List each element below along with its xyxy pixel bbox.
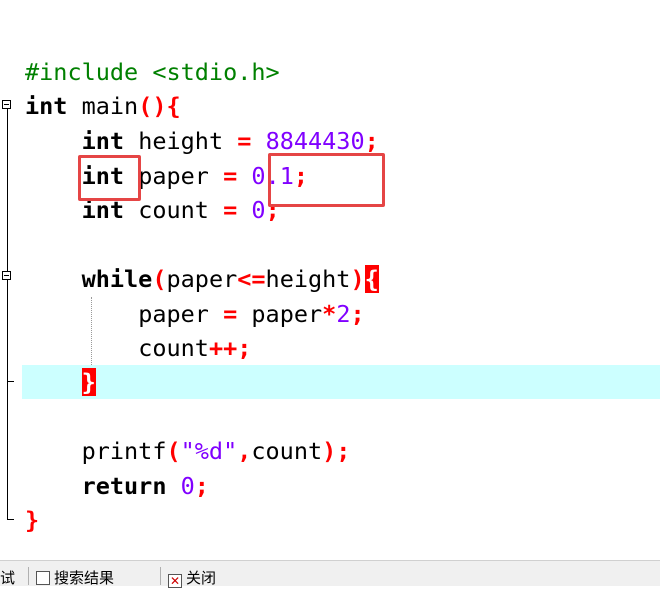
tab-search-results[interactable]: 搜索结果 bbox=[36, 567, 114, 589]
var-height: height bbox=[138, 127, 224, 155]
printf-format: "%d" bbox=[180, 437, 238, 465]
brace-match-open: { bbox=[364, 265, 379, 293]
var-count: count bbox=[138, 196, 209, 224]
fold-toggle-while[interactable] bbox=[2, 271, 11, 280]
fold-gutter bbox=[0, 0, 22, 560]
annotation-box-int bbox=[78, 155, 141, 201]
code-line-paper-double: paper = paper*2; bbox=[138, 300, 365, 328]
annotation-box-value bbox=[268, 153, 385, 207]
fold-toggle-main[interactable] bbox=[2, 100, 11, 109]
code-line-count-inc: count++; bbox=[138, 334, 252, 362]
return-keyword: return bbox=[81, 472, 167, 500]
code-line-printf: printf("%d",count); bbox=[81, 437, 351, 465]
code-editor[interactable]: #include <stdio.h> int main(){ int heigh… bbox=[22, 0, 660, 560]
code-line-main: int main(){ bbox=[25, 92, 181, 120]
code-line-close: } bbox=[25, 506, 40, 534]
code-line-include: #include <stdio.h> bbox=[22, 55, 660, 89]
code-line-return: return 0; bbox=[81, 472, 209, 500]
tab-close[interactable]: ✕ 关闭 bbox=[168, 567, 216, 589]
tab-debug[interactable]: 试 bbox=[0, 567, 15, 589]
while-keyword: while bbox=[81, 265, 153, 293]
code-line-current[interactable]: } bbox=[22, 365, 660, 399]
indent-guide bbox=[91, 297, 92, 365]
height-value: 8844430 bbox=[265, 127, 365, 155]
include-header: <stdio.h> bbox=[152, 58, 280, 86]
fold-end-main bbox=[7, 519, 14, 520]
include-directive: #include bbox=[25, 58, 139, 86]
fold-end-while bbox=[7, 381, 14, 382]
printf-call: printf bbox=[81, 437, 167, 465]
fold-line-main bbox=[7, 108, 8, 520]
main-return-type: int bbox=[25, 92, 68, 120]
bottom-panel-tabs: 试 搜索结果 ✕ 关闭 bbox=[0, 560, 660, 589]
var-paper: paper bbox=[138, 162, 209, 190]
search-results-icon bbox=[36, 571, 50, 585]
main-name: main bbox=[81, 92, 139, 120]
brace-match-close: } bbox=[81, 368, 96, 396]
code-line-while: while(paper<=height){ bbox=[81, 265, 379, 293]
close-icon: ✕ bbox=[168, 574, 182, 588]
